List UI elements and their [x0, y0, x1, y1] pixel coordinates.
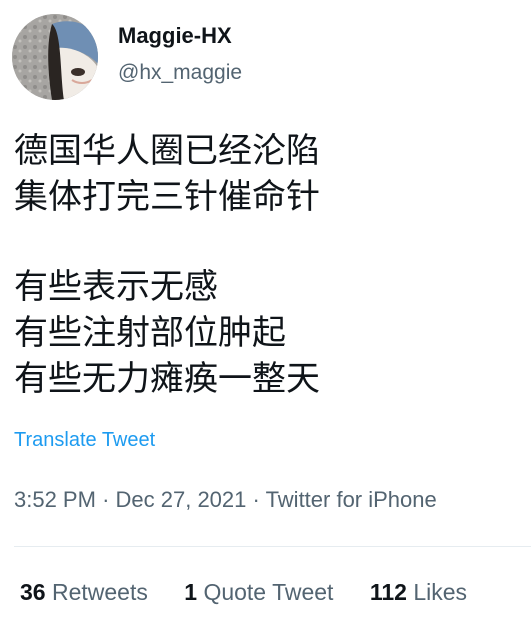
avatar[interactable] [12, 14, 98, 100]
tweet-source[interactable]: Twitter for iPhone [266, 487, 437, 512]
tweet-line: 有些表示无感 [14, 267, 218, 307]
separator-dot: · [102, 487, 110, 512]
tweet-line: 有些无力瘫痪一整天 [14, 359, 320, 399]
retweets-label: Retweets [51, 579, 148, 605]
author-handle[interactable]: @hx_maggie [118, 58, 242, 88]
quote-tweets-stat[interactable]: 1 Quote Tweet [184, 579, 333, 606]
tweet-metadata: 3:52 PM · Dec 27, 2021 · Twitter for iPh… [14, 487, 437, 513]
tweet-line: 集体打完三针催命针 [14, 177, 320, 217]
tweet-date[interactable]: Dec 27, 2021 [116, 487, 247, 512]
likes-stat[interactable]: 112 Likes [370, 579, 467, 606]
divider [14, 546, 531, 547]
likes-count: 112 [369, 579, 407, 605]
tweet-text: 德国华人圈已经沦陷 集体打完三针催命针 有些表示无感 有些注射部位肿起 有些无力… [14, 128, 519, 402]
separator-dot: · [252, 487, 260, 512]
avatar-photo [12, 14, 98, 100]
tweet-time[interactable]: 3:52 PM [14, 487, 96, 512]
quote-tweets-count: 1 [184, 579, 198, 605]
tweet-line: 有些注射部位肿起 [14, 313, 286, 353]
tweet-line: 德国华人圈已经沦陷 [14, 131, 320, 171]
likes-label: Likes [413, 579, 468, 605]
engagement-stats: 36 Retweets 1 Quote Tweet 112 Likes [20, 579, 467, 606]
translate-tweet-link[interactable]: Translate Tweet [14, 429, 155, 452]
author-display-name[interactable]: Maggie-HX [118, 22, 242, 50]
tweet-header: Maggie-HX @hx_maggie [12, 14, 512, 100]
retweets-stat[interactable]: 36 Retweets [20, 579, 148, 606]
quote-tweets-label: Quote Tweet [203, 579, 334, 605]
retweets-count: 36 [20, 579, 46, 605]
author-names: Maggie-HX @hx_maggie [118, 22, 242, 88]
